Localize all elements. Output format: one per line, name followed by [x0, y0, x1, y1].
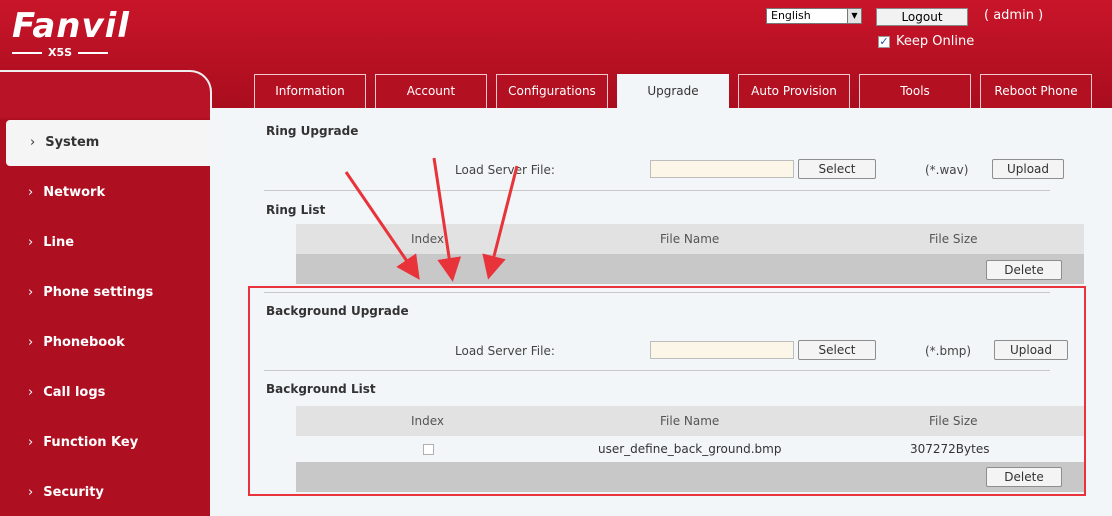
model-label: X5S — [48, 46, 73, 59]
chevron-right-icon: › — [28, 485, 34, 500]
ring-upload-button[interactable]: Upload — [992, 159, 1064, 179]
tab-auto-provision[interactable]: Auto Provision — [738, 74, 850, 108]
chevron-right-icon: › — [28, 335, 34, 350]
chevron-right-icon: › — [28, 185, 34, 200]
ring-upgrade-title: Ring Upgrade — [266, 124, 359, 138]
tab-upgrade[interactable]: Upgrade — [617, 74, 729, 108]
language-value: English — [771, 9, 811, 22]
tab-information[interactable]: Information — [254, 74, 366, 108]
keep-online[interactable]: ✓ Keep Online — [878, 34, 974, 49]
tab-configurations[interactable]: Configurations — [496, 74, 608, 108]
column-file-name: File Name — [660, 232, 720, 246]
user-label: ( admin ) — [984, 8, 1044, 23]
fanvil-logo: Fanvil X5S — [12, 8, 172, 64]
sidebar-item-security[interactable]: › Security — [0, 468, 210, 516]
sidebar: › System › Network › Line › Phone settings ›… — [0, 118, 210, 516]
ring-list-footer: Delete — [296, 254, 1084, 284]
annotation-highlight-box — [248, 286, 1086, 496]
ring-list-title: Ring List — [266, 203, 326, 217]
keep-online-label: Keep Online — [896, 34, 975, 49]
sidebar-item-phonebook[interactable]: › Phonebook — [0, 318, 210, 368]
chevron-right-icon: › — [30, 135, 36, 150]
ring-list-header: Index File Name File Size — [296, 224, 1084, 254]
sidebar-header — [0, 70, 212, 118]
sidebar-item-system[interactable]: › System — [6, 120, 210, 166]
ring-load-label: Load Server File: — [455, 163, 555, 177]
sidebar-item-function-key[interactable]: › Function Key — [0, 418, 210, 468]
ring-delete-button[interactable]: Delete — [986, 260, 1062, 280]
tab-tools[interactable]: Tools — [859, 74, 971, 108]
ring-select-button[interactable]: Select — [798, 159, 876, 179]
language-select[interactable]: English ▼ — [766, 8, 862, 24]
tab-reboot-phone[interactable]: Reboot Phone — [980, 74, 1092, 108]
chevron-down-icon[interactable]: ▼ — [847, 9, 861, 23]
sidebar-item-line[interactable]: › Line — [0, 218, 210, 268]
chevron-right-icon: › — [28, 285, 34, 300]
column-file-size: File Size — [929, 232, 978, 246]
ring-file-type: (*.wav) — [925, 163, 969, 177]
chevron-right-icon: › — [28, 385, 34, 400]
sidebar-item-network[interactable]: › Network — [0, 168, 210, 218]
logo-word: Fanvil — [12, 6, 130, 46]
chevron-right-icon: › — [28, 435, 34, 450]
divider — [264, 190, 1050, 191]
tab-account[interactable]: Account — [375, 74, 487, 108]
ring-file-input[interactable] — [650, 160, 794, 178]
chevron-right-icon: › — [28, 235, 34, 250]
main-tabs: Information Account Configurations Upgra… — [254, 72, 1101, 108]
sidebar-item-call-logs[interactable]: › Call logs — [0, 368, 210, 418]
column-index: Index — [411, 232, 445, 246]
keep-online-checkbox[interactable]: ✓ — [878, 35, 890, 48]
sidebar-item-phone-settings[interactable]: › Phone settings — [0, 268, 210, 318]
logout-button[interactable]: Logout — [876, 8, 968, 26]
